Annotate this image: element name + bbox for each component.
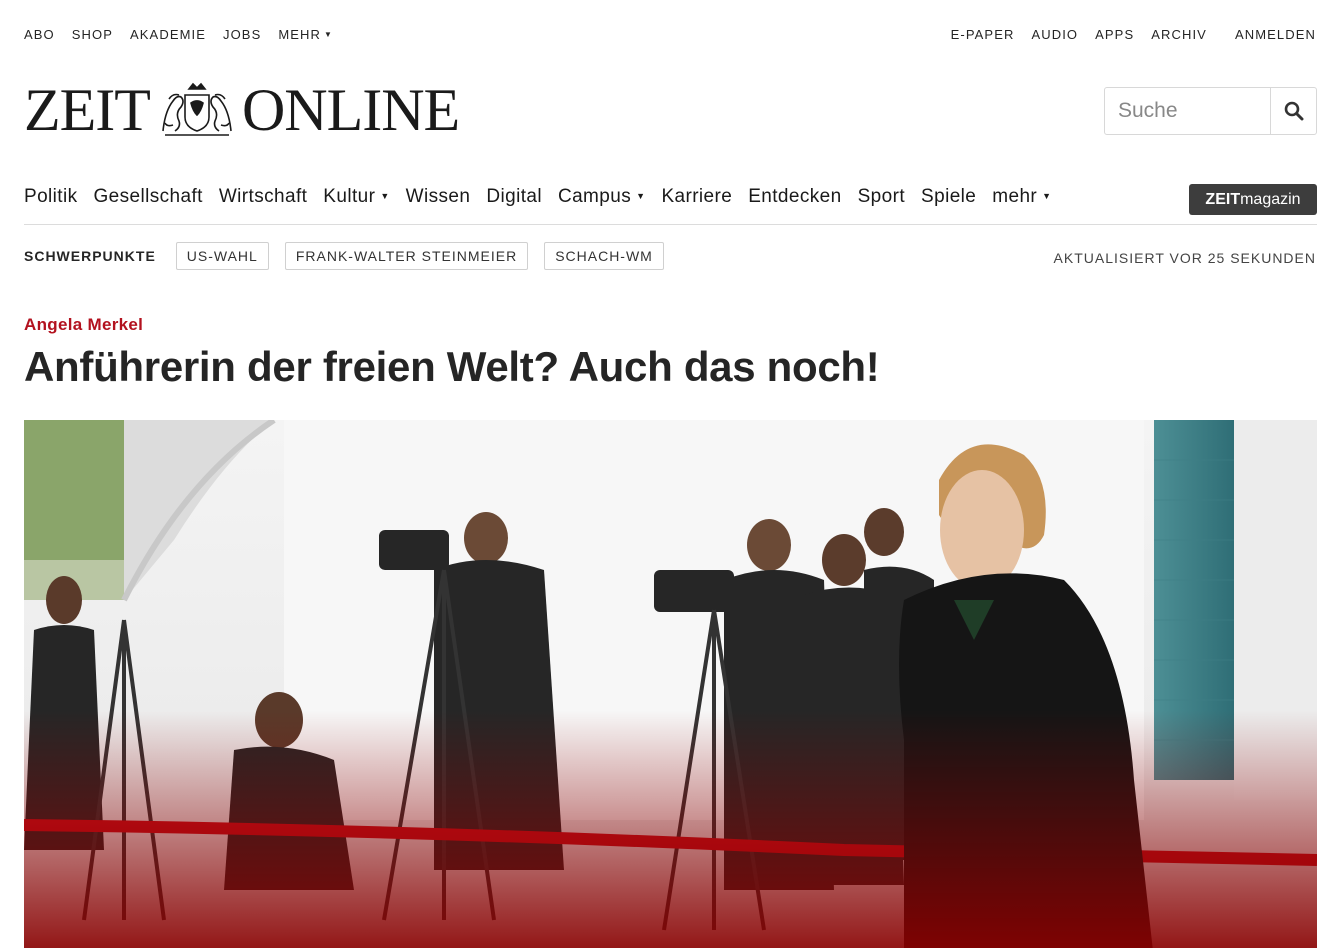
main-navigation: Politik Gesellschaft Wirtschaft Kultur ▼ … [24, 184, 1317, 215]
nav-kultur-label: Kultur [323, 186, 376, 207]
nav-karriere[interactable]: Karriere [661, 186, 732, 208]
article-kicker[interactable]: Angela Merkel [24, 315, 143, 335]
site-logo[interactable]: ZEIT ONLINE [24, 78, 504, 142]
search-icon [1284, 101, 1303, 121]
link-akademie[interactable]: AKADEMIE [130, 27, 206, 42]
nav-gesellschaft[interactable]: Gesellschaft [93, 186, 202, 208]
caret-down-icon: ▼ [636, 191, 646, 201]
nav-politik[interactable]: Politik [24, 186, 77, 208]
nav-divider [24, 224, 1317, 225]
link-jobs[interactable]: JOBS [223, 27, 261, 42]
search-input[interactable] [1105, 88, 1270, 134]
link-archiv[interactable]: ARCHIV [1151, 27, 1207, 42]
menu-mehr-top[interactable]: MEHR ▼ [278, 27, 333, 42]
nav-mehr-label: mehr [992, 186, 1038, 207]
schwerpunkte-label: SCHWERPUNKTE [24, 248, 156, 264]
link-abo[interactable]: ABO [24, 27, 55, 42]
nav-campus-label: Campus [557, 186, 632, 207]
updated-timestamp: AKTUALISIERT VOR 25 SEKUNDEN [1053, 250, 1316, 266]
nav-mehr[interactable]: mehr ▼ [992, 186, 1051, 208]
topic-chip-steinmeier[interactable]: FRANK-WALTER STEINMEIER [284, 242, 529, 270]
nav-sport[interactable]: Sport [858, 186, 905, 208]
nav-spiele[interactable]: Spiele [921, 186, 976, 208]
service-bar: ABO SHOP AKADEMIE JOBS MEHR ▼ E-PAPER AUD… [24, 27, 1316, 45]
service-links-right: E-PAPER AUDIO APPS ARCHIV ANMELDEN [934, 27, 1316, 42]
hero-photo-illustration [24, 420, 1317, 948]
nav-digital[interactable]: Digital [486, 186, 542, 208]
zeitmagazin-bold: ZEIT [1205, 190, 1241, 208]
nav-entdecken[interactable]: Entdecken [748, 186, 841, 208]
link-audio[interactable]: AUDIO [1031, 27, 1078, 42]
search-box [1104, 87, 1317, 135]
caret-down-icon: ▼ [380, 191, 390, 201]
service-links-left: ABO SHOP AKADEMIE JOBS MEHR ▼ [24, 27, 350, 42]
zeit-crest-icon [162, 82, 232, 136]
menu-mehr-top-label: MEHR [278, 27, 322, 42]
login-link[interactable]: ANMELDEN [1235, 27, 1316, 42]
nav-kultur[interactable]: Kultur ▼ [323, 186, 389, 208]
schwerpunkte-bar: SCHWERPUNKTE US-WAHL FRANK-WALTER STEINM… [24, 242, 1316, 270]
topic-chip-schach-wm[interactable]: SCHACH-WM [544, 242, 664, 270]
zeitmagazin-button[interactable]: ZEIT magazin [1189, 184, 1317, 215]
link-apps[interactable]: APPS [1095, 27, 1134, 42]
article-headline[interactable]: Anführerin der freien Welt? Auch das noc… [24, 343, 880, 391]
logo-word-zeit: ZEIT [24, 77, 151, 143]
nav-campus[interactable]: Campus ▼ [558, 186, 645, 208]
nav-wirtschaft[interactable]: Wirtschaft [219, 186, 307, 208]
topic-chip-us-wahl[interactable]: US-WAHL [175, 242, 269, 270]
caret-down-icon: ▼ [324, 30, 334, 39]
link-epaper[interactable]: E-PAPER [951, 27, 1015, 42]
nav-wissen[interactable]: Wissen [406, 186, 471, 208]
link-shop[interactable]: SHOP [72, 27, 113, 42]
zeitmagazin-rest: magazin [1240, 190, 1301, 208]
article-hero-image[interactable] [24, 420, 1317, 948]
search-button[interactable] [1270, 88, 1316, 134]
logo-word-online: ONLINE [241, 77, 460, 143]
caret-down-icon: ▼ [1042, 191, 1052, 201]
